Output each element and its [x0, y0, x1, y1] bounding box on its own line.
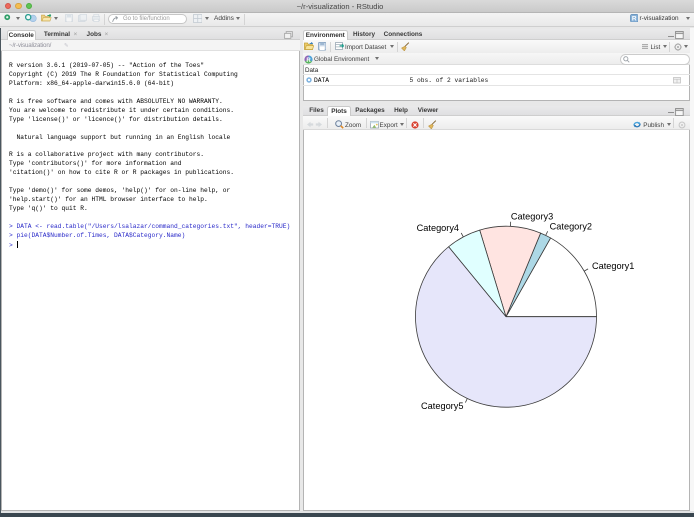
svg-text:Category3: Category3 — [511, 211, 553, 221]
svg-text:Category1: Category1 — [592, 260, 634, 270]
svg-text:Category2: Category2 — [550, 221, 592, 231]
svg-text:R: R — [306, 57, 311, 63]
svg-text:R: R — [632, 15, 637, 22]
svg-text:Category4: Category4 — [417, 223, 459, 233]
svg-text:Category5: Category5 — [421, 400, 463, 410]
